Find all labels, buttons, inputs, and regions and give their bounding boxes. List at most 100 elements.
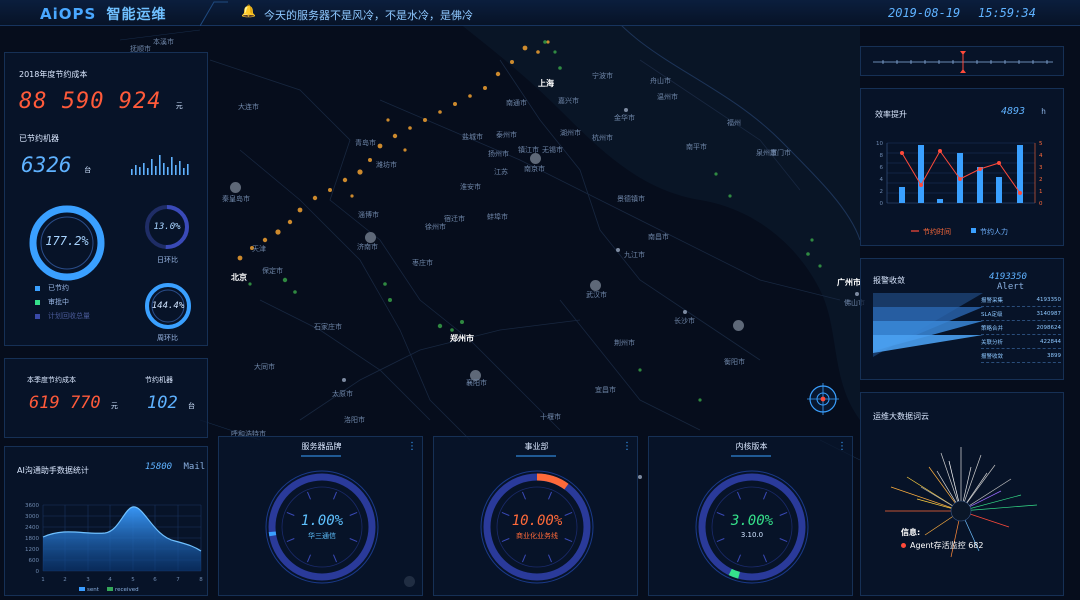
savings-amount-value: 88 590 924 bbox=[19, 89, 162, 114]
alarm-funnel bbox=[873, 293, 983, 357]
time-display: 15:59:34 bbox=[978, 6, 1036, 20]
legend-swatch bbox=[79, 587, 85, 591]
timeline-slider[interactable] bbox=[861, 47, 1065, 77]
city-label: 厦门市 bbox=[770, 149, 791, 157]
legend-label: 已节约 bbox=[48, 284, 69, 292]
ai-mail-ytick: 3600 bbox=[25, 503, 39, 509]
ai-mail-panel: AI沟通助手数据统计 15800 Mail 3600 3000 2400 180… bbox=[4, 446, 208, 596]
city-label: 长沙市 bbox=[674, 317, 695, 325]
efficiency-ytick-right: 1 bbox=[1039, 189, 1043, 195]
gauge-tick bbox=[763, 554, 768, 563]
savings-title: 2018年度节约成本 bbox=[19, 70, 88, 79]
quarter-machine-unit: 台 bbox=[187, 402, 195, 410]
city-label: 秦皇岛市 bbox=[222, 195, 250, 203]
ai-mail-xtick: 7 bbox=[176, 577, 180, 583]
city-label: 南平市 bbox=[686, 143, 707, 151]
gauge-tick bbox=[736, 554, 741, 563]
gauge-panel-department: 事业部 ⋮ 10.00% 商业化业务线 bbox=[433, 436, 638, 596]
alarm-row-value: 4193350 bbox=[1036, 296, 1062, 303]
alarm-row[interactable]: 报警收敛 3899 bbox=[981, 349, 1061, 363]
alarm-row-label: 报警收敛 bbox=[981, 353, 1004, 360]
quarter-machine-value: 102 bbox=[147, 393, 178, 413]
logo: AiOPS 智能运维 bbox=[40, 4, 167, 24]
week-ring-value: 144.4% bbox=[151, 301, 185, 311]
tooltip-dot bbox=[901, 543, 906, 548]
alarm-row-label: 报警采集 bbox=[981, 297, 1004, 304]
alarm-row[interactable]: 策略合并 2098624 bbox=[981, 321, 1061, 335]
ai-mail-xtick: 4 bbox=[108, 577, 112, 583]
city-label: 嘉兴市 bbox=[558, 97, 579, 105]
efficiency-ytick-right: 0 bbox=[1039, 201, 1043, 207]
wordcloud-burst[interactable] bbox=[861, 427, 1065, 597]
city-label: 福州 bbox=[727, 119, 741, 127]
legend-swatch bbox=[35, 313, 40, 319]
efficiency-unit: h bbox=[1041, 107, 1046, 116]
more-menu-icon[interactable]: ⋮ bbox=[837, 442, 847, 452]
title-underline bbox=[731, 455, 771, 457]
savings-amount-unit: 元 bbox=[175, 102, 184, 110]
alarm-unit: Alert bbox=[997, 282, 1025, 292]
gauge-percent: 10.00% bbox=[511, 513, 563, 529]
efficiency-ytick-right: 4 bbox=[1039, 153, 1043, 159]
compass-icon[interactable] bbox=[806, 382, 840, 416]
alarm-row[interactable]: 报警采集 4193350 bbox=[981, 293, 1061, 307]
alarm-row-value: 3140987 bbox=[1036, 310, 1062, 317]
city-label: 南通市 bbox=[506, 99, 527, 107]
legend-item[interactable]: 已节约 bbox=[35, 281, 90, 295]
legend-item[interactable]: 计划回收总量 bbox=[35, 309, 90, 323]
efficiency-ytick-right: 5 bbox=[1039, 141, 1043, 147]
city-label: 济南市 bbox=[357, 243, 378, 251]
efficiency-number: 4893 bbox=[1001, 106, 1026, 117]
quarter-cost-value: 619 770 bbox=[29, 393, 101, 413]
ai-mail-ytick: 0 bbox=[36, 569, 40, 575]
quarter-panel: 本季度节约成本 619 770 元 节约机器 102 台 bbox=[4, 358, 208, 438]
city-label: 洛阳市 bbox=[344, 416, 365, 424]
gauge-percent: 3.00% bbox=[730, 513, 774, 529]
ai-mail-count-value: 15800 bbox=[145, 462, 173, 472]
gauge-subtitle: 3.10.0 bbox=[740, 531, 764, 539]
city-label: 本溪市 bbox=[153, 38, 174, 46]
alarm-row-label: 关联分析 bbox=[981, 339, 1004, 346]
gauge-tick bbox=[763, 491, 768, 500]
quarter-cost-label: 本季度节约成本 bbox=[27, 376, 76, 384]
ai-mail-count: 15800 Mail bbox=[145, 462, 205, 472]
quarter-machine: 102 台 bbox=[147, 393, 195, 413]
city-label: 保定市 bbox=[262, 267, 283, 275]
wordcloud-panel: 运维大数据词云 信息: Agent存活监控 682 bbox=[860, 392, 1064, 596]
alarm-row[interactable]: 关联分析 422844 bbox=[981, 335, 1061, 349]
more-menu-icon[interactable]: ⋮ bbox=[407, 442, 417, 452]
header-bar: AiOPS 智能运维 🔔 今天的服务器不是风冷，不是水冷，是佛冷 2019-08… bbox=[0, 0, 1080, 26]
alarm-row[interactable]: SLA定级 3140987 bbox=[981, 307, 1061, 321]
city-label: 衡阳市 bbox=[724, 358, 745, 366]
city-label: 十堰市 bbox=[540, 413, 561, 421]
wordcloud-title: 运维大数据词云 bbox=[873, 412, 929, 421]
timeline-panel bbox=[860, 46, 1064, 76]
gauge-tick bbox=[306, 491, 311, 500]
more-menu-icon[interactable]: ⋮ bbox=[622, 442, 632, 452]
city-label: 盐城市 bbox=[462, 133, 483, 141]
savings-legend: 已节约 审批中 计划回收总量 bbox=[35, 281, 90, 323]
city-label: 宜昌市 bbox=[595, 386, 616, 394]
efficiency-ytick: 2 bbox=[880, 189, 884, 195]
efficiency-title: 效率提升 bbox=[875, 110, 907, 119]
city-label: 景德镇市 bbox=[617, 195, 645, 203]
machines-value: 6326 bbox=[21, 153, 72, 177]
ai-mail-legend-sent: sent bbox=[87, 587, 100, 593]
gauge-tick bbox=[521, 491, 526, 500]
gauge-subtitle: 华三通信 bbox=[308, 532, 336, 540]
city-label: 太原市 bbox=[332, 390, 353, 398]
alarm-title: 报警收敛 bbox=[873, 276, 905, 285]
city-label: 扬州市 bbox=[488, 150, 509, 158]
legend-item[interactable]: 审批中 bbox=[35, 295, 90, 309]
efficiency-chart: 10 8 6 4 2 0 5 4 3 2 1 0 节约时间 节约人力 bbox=[876, 141, 1043, 236]
gauge-tick bbox=[736, 491, 741, 500]
slider-handle-bottom bbox=[960, 69, 966, 73]
city-label: 天津 bbox=[252, 245, 266, 253]
bell-icon[interactable]: 🔔 bbox=[241, 4, 256, 18]
efficiency-ytick-right: 2 bbox=[1039, 177, 1043, 183]
ai-mail-count-unit: Mail bbox=[183, 462, 206, 472]
tooltip-label: 信息: bbox=[901, 528, 921, 537]
efficiency-ytick: 4 bbox=[880, 177, 884, 183]
ai-mail-legend-received: received bbox=[115, 587, 139, 593]
gauge-panel-kernel: 内核版本 ⋮ 3.00% 3.10.0 bbox=[648, 436, 853, 596]
